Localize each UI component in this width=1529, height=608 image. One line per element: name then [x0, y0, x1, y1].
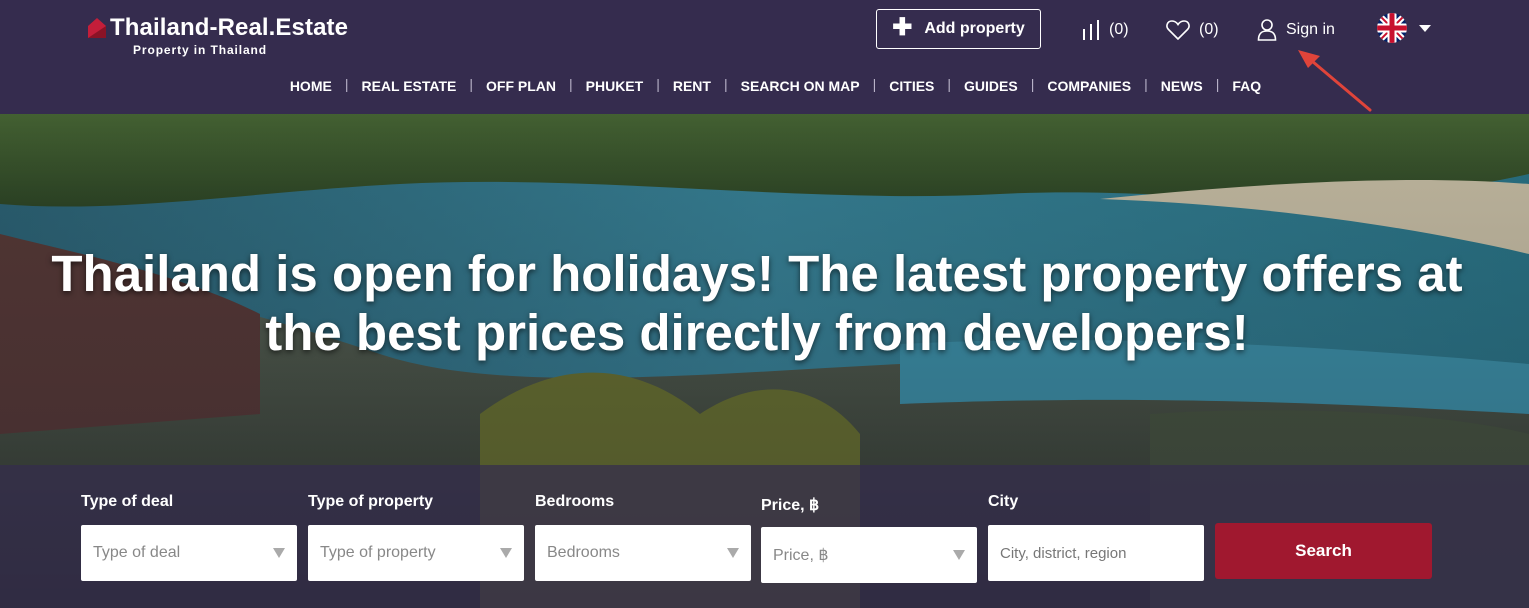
compare-count: (0) — [1109, 21, 1129, 38]
main-nav: HOME | REAL ESTATE | OFF PLAN | PHUKET |… — [289, 76, 1262, 96]
bedrooms-value: Bedrooms — [547, 544, 620, 561]
price-label: Price, ฿ — [761, 497, 820, 514]
bedrooms-label: Bedrooms — [535, 493, 615, 510]
site-header: Thailand-Real.Estate Property in Thailan… — [0, 0, 1529, 114]
nav-item-guides[interactable]: GUIDES — [964, 76, 1018, 96]
hero-title: Thailand is open for holidays! The lates… — [51, 245, 1463, 361]
add-property-button[interactable]: ✚ Add property — [876, 9, 1041, 49]
logo-mark-icon — [88, 18, 106, 38]
dropdown-arrow-icon — [727, 548, 739, 558]
search-panel: Type of deal Type of deal Type of proper… — [0, 465, 1529, 608]
nav-item-faq[interactable]: FAQ — [1232, 76, 1261, 96]
uk-flag-icon — [1377, 13, 1407, 43]
bedrooms-field: Bedrooms Bedrooms — [535, 493, 751, 581]
site-logo[interactable]: Thailand-Real.Estate Property in Thailan… — [88, 14, 348, 57]
price-value: Price, ฿ — [773, 547, 829, 564]
add-property-label: Add property — [924, 20, 1025, 37]
heart-icon — [1166, 20, 1190, 40]
property-type-select[interactable]: Type of property — [308, 525, 524, 581]
plus-icon: ✚ — [892, 14, 913, 41]
deal-type-field: Type of deal Type of deal — [81, 493, 297, 581]
deal-type-select[interactable]: Type of deal — [81, 525, 297, 581]
property-type-value: Type of property — [320, 544, 436, 561]
favorites-link[interactable]: (0) — [1166, 18, 1219, 42]
nav-item-companies[interactable]: COMPANIES — [1047, 76, 1131, 96]
nav-item-search-on-map[interactable]: SEARCH ON MAP — [741, 76, 860, 96]
sign-in-link[interactable]: Sign in — [1257, 18, 1335, 42]
deal-type-label: Type of deal — [81, 493, 174, 510]
city-field: City — [988, 493, 1204, 581]
logo-title: Thailand-Real.Estate — [110, 14, 349, 41]
dropdown-arrow-icon — [500, 548, 512, 558]
nav-item-phuket[interactable]: PHUKET — [586, 76, 644, 96]
language-selector[interactable] — [1377, 13, 1431, 43]
bedrooms-select[interactable]: Bedrooms — [535, 525, 751, 581]
property-type-label: Type of property — [308, 493, 434, 510]
city-input[interactable] — [988, 525, 1204, 581]
user-icon — [1257, 19, 1277, 41]
nav-item-rent[interactable]: RENT — [673, 76, 711, 96]
dropdown-arrow-icon — [273, 548, 285, 558]
city-label: City — [988, 493, 1019, 510]
compare-link[interactable]: (0) — [1082, 18, 1129, 42]
nav-item-off-plan[interactable]: OFF PLAN — [486, 76, 556, 96]
nav-item-real-estate[interactable]: REAL ESTATE — [361, 76, 456, 96]
deal-type-value: Type of deal — [93, 544, 181, 561]
chevron-down-icon — [1419, 24, 1431, 32]
property-type-field: Type of property Type of property — [308, 493, 524, 581]
logo-subtitle: Property in Thailand — [133, 43, 268, 57]
favorites-count: (0) — [1199, 21, 1219, 38]
price-select[interactable]: Price, ฿ — [761, 527, 977, 583]
nav-item-cities[interactable]: CITIES — [889, 76, 934, 96]
compare-chart-icon — [1083, 20, 1099, 40]
price-field: Price, ฿ Price, ฿ — [761, 495, 977, 583]
dropdown-arrow-icon — [953, 550, 965, 560]
nav-item-news[interactable]: NEWS — [1161, 76, 1203, 96]
nav-item-home[interactable]: HOME — [290, 76, 332, 96]
sign-in-label: Sign in — [1286, 21, 1335, 38]
hero-banner: Thailand is open for holidays! The lates… — [0, 114, 1529, 608]
search-button[interactable]: Search — [1215, 523, 1432, 579]
